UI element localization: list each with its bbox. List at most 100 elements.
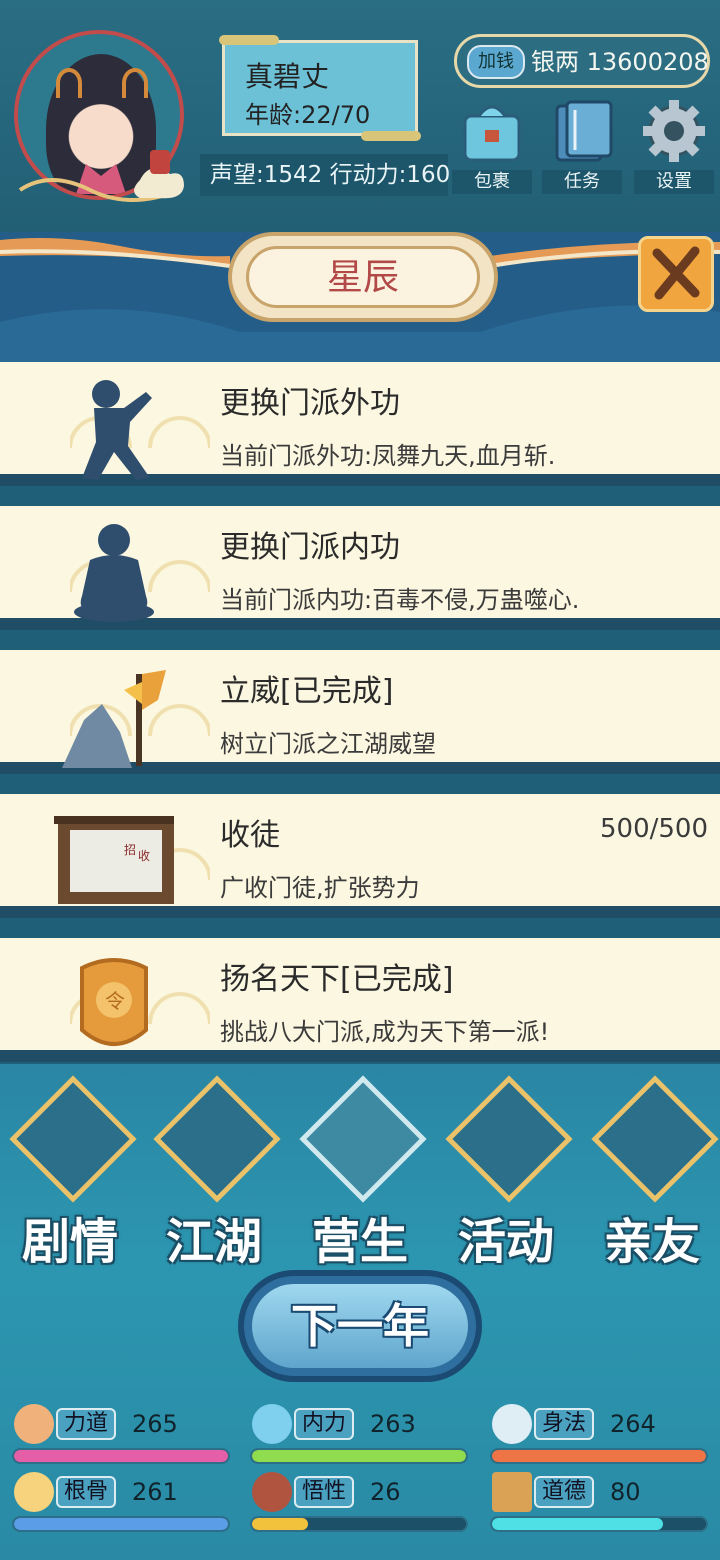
stat-bar <box>250 1448 468 1464</box>
stat-constitution: 根骨 261 <box>12 1472 232 1532</box>
status-header: 真碧丈 年龄:22/70 声望:1542 行动力:160 加钱 银两 13600… <box>0 0 720 232</box>
settings-label: 设置 <box>634 170 714 194</box>
svg-text:收: 收 <box>138 849 150 863</box>
jianghu-icon <box>153 1075 281 1203</box>
stat-name: 内力 <box>294 1408 355 1440</box>
activity-scroll-icon <box>445 1075 573 1203</box>
name-card: 真碧丈 年龄:22/70 <box>219 35 421 141</box>
inner-energy-icon <box>252 1404 292 1444</box>
scroll-deco <box>219 35 279 45</box>
stat-bar-fill <box>252 1518 308 1530</box>
page-title: 星辰 <box>246 246 480 308</box>
bag-icon <box>463 105 521 162</box>
silver-amount: 银两 13600208 <box>531 48 709 76</box>
title-banner: 星辰 <box>0 232 720 362</box>
stat-value: 265 <box>132 1410 178 1438</box>
nav-jianghu[interactable]: 江湖 <box>144 1075 284 1270</box>
item-desc: 当前门派外功:凤舞九天,血月斩. <box>220 442 556 470</box>
task-button[interactable]: 任务 <box>542 98 622 198</box>
antler-right-deco <box>122 68 148 98</box>
stat-value: 261 <box>132 1478 178 1506</box>
bottom-panel: 剧情 江湖 营生 活动 亲友 下一年 力道 265 内力 263 身法 264 <box>0 1064 720 1560</box>
stat-name: 身法 <box>534 1408 595 1440</box>
list-item-internal-skill[interactable]: 更换门派内功 当前门派内功:百毒不侵,万蛊噬心. <box>0 506 720 630</box>
stat-bar <box>250 1516 468 1532</box>
meditation-icon <box>74 524 154 622</box>
stat-bar <box>12 1448 230 1464</box>
item-title: 收徒 <box>220 818 280 853</box>
gear-icon <box>643 100 705 162</box>
nav-label: 营生 <box>311 1214 408 1270</box>
stat-bar-fill <box>492 1450 706 1462</box>
stat-value: 26 <box>370 1478 401 1506</box>
flag-rock-icon <box>62 670 166 768</box>
stat-bar-fill <box>14 1450 228 1462</box>
task-label: 任务 <box>542 170 622 194</box>
antler-left-deco <box>56 68 82 98</box>
nav-friends[interactable]: 亲友 <box>582 1075 720 1270</box>
stat-name: 悟性 <box>294 1476 355 1508</box>
stat-inner-power: 内力 263 <box>250 1404 470 1464</box>
muscle-icon <box>14 1404 54 1444</box>
nav-story[interactable]: 剧情 <box>0 1075 140 1270</box>
martial-stance-icon <box>82 380 152 480</box>
stat-bar <box>12 1516 230 1532</box>
task-book-icon <box>555 100 613 162</box>
item-title: 更换门派内功 <box>220 530 400 565</box>
disciple-count: 500/500 <box>599 814 708 844</box>
money-panel: 加钱 银两 13600208 <box>454 34 710 88</box>
stat-name: 根骨 <box>56 1476 117 1508</box>
item-title: 更换门派外功 <box>220 386 400 421</box>
svg-text:招: 招 <box>124 843 136 857</box>
character-age: 年龄:22/70 <box>245 101 371 129</box>
stat-value: 80 <box>610 1478 641 1506</box>
stat-bar <box>490 1516 708 1532</box>
nav-label: 剧情 <box>21 1214 118 1270</box>
scroll-deco <box>361 131 421 141</box>
item-desc: 当前门派内功:百毒不侵,万蛊噬心. <box>220 586 580 614</box>
book-icon <box>492 1472 532 1512</box>
item-title: 立威[已完成] <box>220 674 394 709</box>
stat-value: 264 <box>610 1410 656 1438</box>
stat-bar <box>490 1448 708 1464</box>
close-icon <box>652 246 700 300</box>
bag-button[interactable]: 包裹 <box>452 98 532 198</box>
item-title: 扬名天下[已完成] <box>220 962 454 997</box>
stat-strength: 力道 265 <box>12 1404 232 1464</box>
item-desc: 挑战八大门派,成为天下第一派! <box>220 1018 550 1046</box>
stat-name: 道德 <box>534 1476 595 1508</box>
list-item-fame[interactable]: 令 扬名天下[已完成] 挑战八大门派,成为天下第一派! <box>0 938 720 1062</box>
aura-figure-icon <box>14 1472 54 1512</box>
close-button[interactable] <box>638 236 714 312</box>
stat-bar-fill <box>252 1450 466 1462</box>
next-year-button[interactable]: 下一年 <box>238 1270 482 1382</box>
add-money-button[interactable]: 加钱 <box>467 45 525 79</box>
next-year-label: 下一年 <box>252 1284 468 1368</box>
bag-label: 包裹 <box>452 170 532 194</box>
list-item-establish-prestige[interactable]: 立威[已完成] 树立门派之江湖威望 <box>0 650 720 774</box>
recruit-board-icon: 招 收 <box>54 816 174 904</box>
list-item-recruit-disciples[interactable]: 招 收 收徒 广收门徒,扩张势力 500/500 <box>0 794 720 918</box>
nav-livelihood[interactable]: 营生 <box>290 1075 430 1270</box>
nav-activity[interactable]: 活动 <box>436 1075 576 1270</box>
character-name: 真碧丈 <box>245 60 330 93</box>
stat-name: 力道 <box>56 1408 117 1440</box>
nav-label: 江湖 <box>165 1214 262 1270</box>
stat-comprehension: 悟性 26 <box>250 1472 470 1532</box>
settings-button[interactable]: 设置 <box>634 98 714 198</box>
cloud-deco <box>18 150 184 202</box>
item-desc: 广收门徒,扩张势力 <box>220 874 420 902</box>
stat-bar-fill <box>14 1518 228 1530</box>
swallow-icon <box>492 1404 532 1444</box>
token-badge-icon: 令 <box>80 958 148 1046</box>
stat-bar-fill <box>492 1518 664 1530</box>
item-desc: 树立门派之江湖威望 <box>220 730 436 758</box>
nav-label: 活动 <box>457 1214 554 1270</box>
stat-value: 263 <box>370 1410 416 1438</box>
reputation-action-points: 声望:1542 行动力:160 <box>200 154 450 196</box>
svg-text:令: 令 <box>105 989 125 1013</box>
brain-icon <box>252 1472 292 1512</box>
title-plate: 星辰 <box>228 232 498 322</box>
list-item-external-skill[interactable]: 更换门派外功 当前门派外功:凤舞九天,血月斩. <box>0 362 720 486</box>
friends-icon <box>591 1075 719 1203</box>
